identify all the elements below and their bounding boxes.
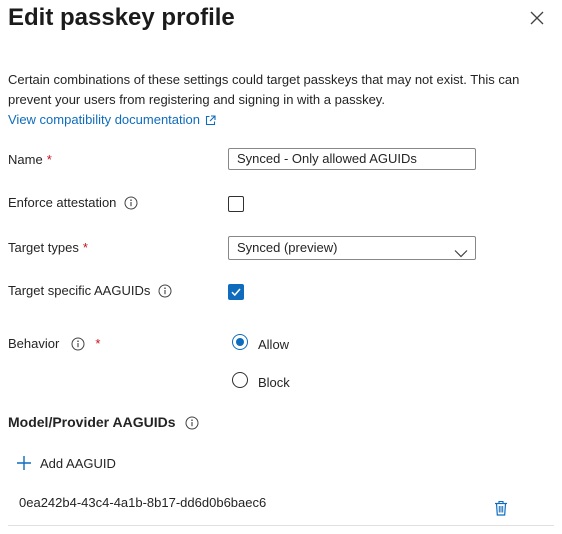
aaguid-value: 0ea242b4-43c4-4a1b-8b17-dd6d0b6baec6: [19, 495, 267, 510]
info-icon[interactable]: [124, 196, 138, 215]
enforce-attestation-label: Enforce attestation: [8, 194, 138, 215]
target-types-selected: Synced (preview): [237, 240, 338, 255]
behavior-block-label[interactable]: Block: [258, 375, 290, 390]
chevron-down-icon: [454, 243, 468, 265]
behavior-block-radio[interactable]: [232, 372, 248, 388]
target-specific-aaguids-label-text: Target specific AAGUIDs: [8, 283, 151, 298]
target-specific-aaguids-label: Target specific AAGUIDs: [8, 282, 172, 303]
name-label-text: Name: [8, 152, 43, 167]
row-divider: [8, 525, 554, 526]
aaguids-section-title: Model/Provider AAGUIDs: [8, 414, 199, 433]
required-mark: *: [46, 152, 52, 167]
behavior-allow-label[interactable]: Allow: [258, 337, 289, 352]
enforce-attestation-checkbox[interactable]: [228, 196, 244, 212]
delete-icon[interactable]: [494, 500, 508, 521]
add-aaguid-label[interactable]: Add AAGUID: [40, 456, 116, 471]
target-types-label: Target types *: [8, 239, 88, 257]
target-specific-aaguids-checkbox[interactable]: [228, 284, 244, 300]
behavior-allow-radio[interactable]: [232, 334, 248, 350]
panel-title: Edit passkey profile: [8, 4, 235, 31]
checkmark-icon: [231, 288, 241, 297]
add-aaguid-button[interactable]: Add AAGUID: [16, 455, 116, 471]
behavior-label-text: Behavior: [8, 336, 60, 351]
panel-description: Certain combinations of these settings c…: [8, 72, 520, 107]
compatibility-doc-link-label[interactable]: View compatibility documentation: [8, 112, 200, 127]
required-mark: *: [95, 336, 101, 351]
aaguids-section-title-text: Model/Provider AAGUIDs: [8, 414, 176, 430]
close-icon[interactable]: [528, 9, 546, 27]
external-link-icon: [200, 112, 216, 127]
required-mark: *: [82, 240, 88, 255]
name-input[interactable]: Synced - Only allowed AGUIDs: [228, 148, 476, 170]
behavior-label: Behavior *: [8, 335, 100, 356]
enforce-attestation-label-text: Enforce attestation: [8, 195, 117, 210]
target-types-label-text: Target types: [8, 240, 79, 255]
info-icon[interactable]: [158, 284, 172, 303]
target-types-dropdown[interactable]: Synced (preview): [228, 236, 476, 260]
plus-icon: [16, 456, 40, 471]
compatibility-doc-link[interactable]: View compatibility documentation: [8, 110, 216, 130]
info-icon[interactable]: [71, 337, 85, 356]
info-icon[interactable]: [185, 416, 199, 433]
name-label: Name *: [8, 151, 52, 169]
